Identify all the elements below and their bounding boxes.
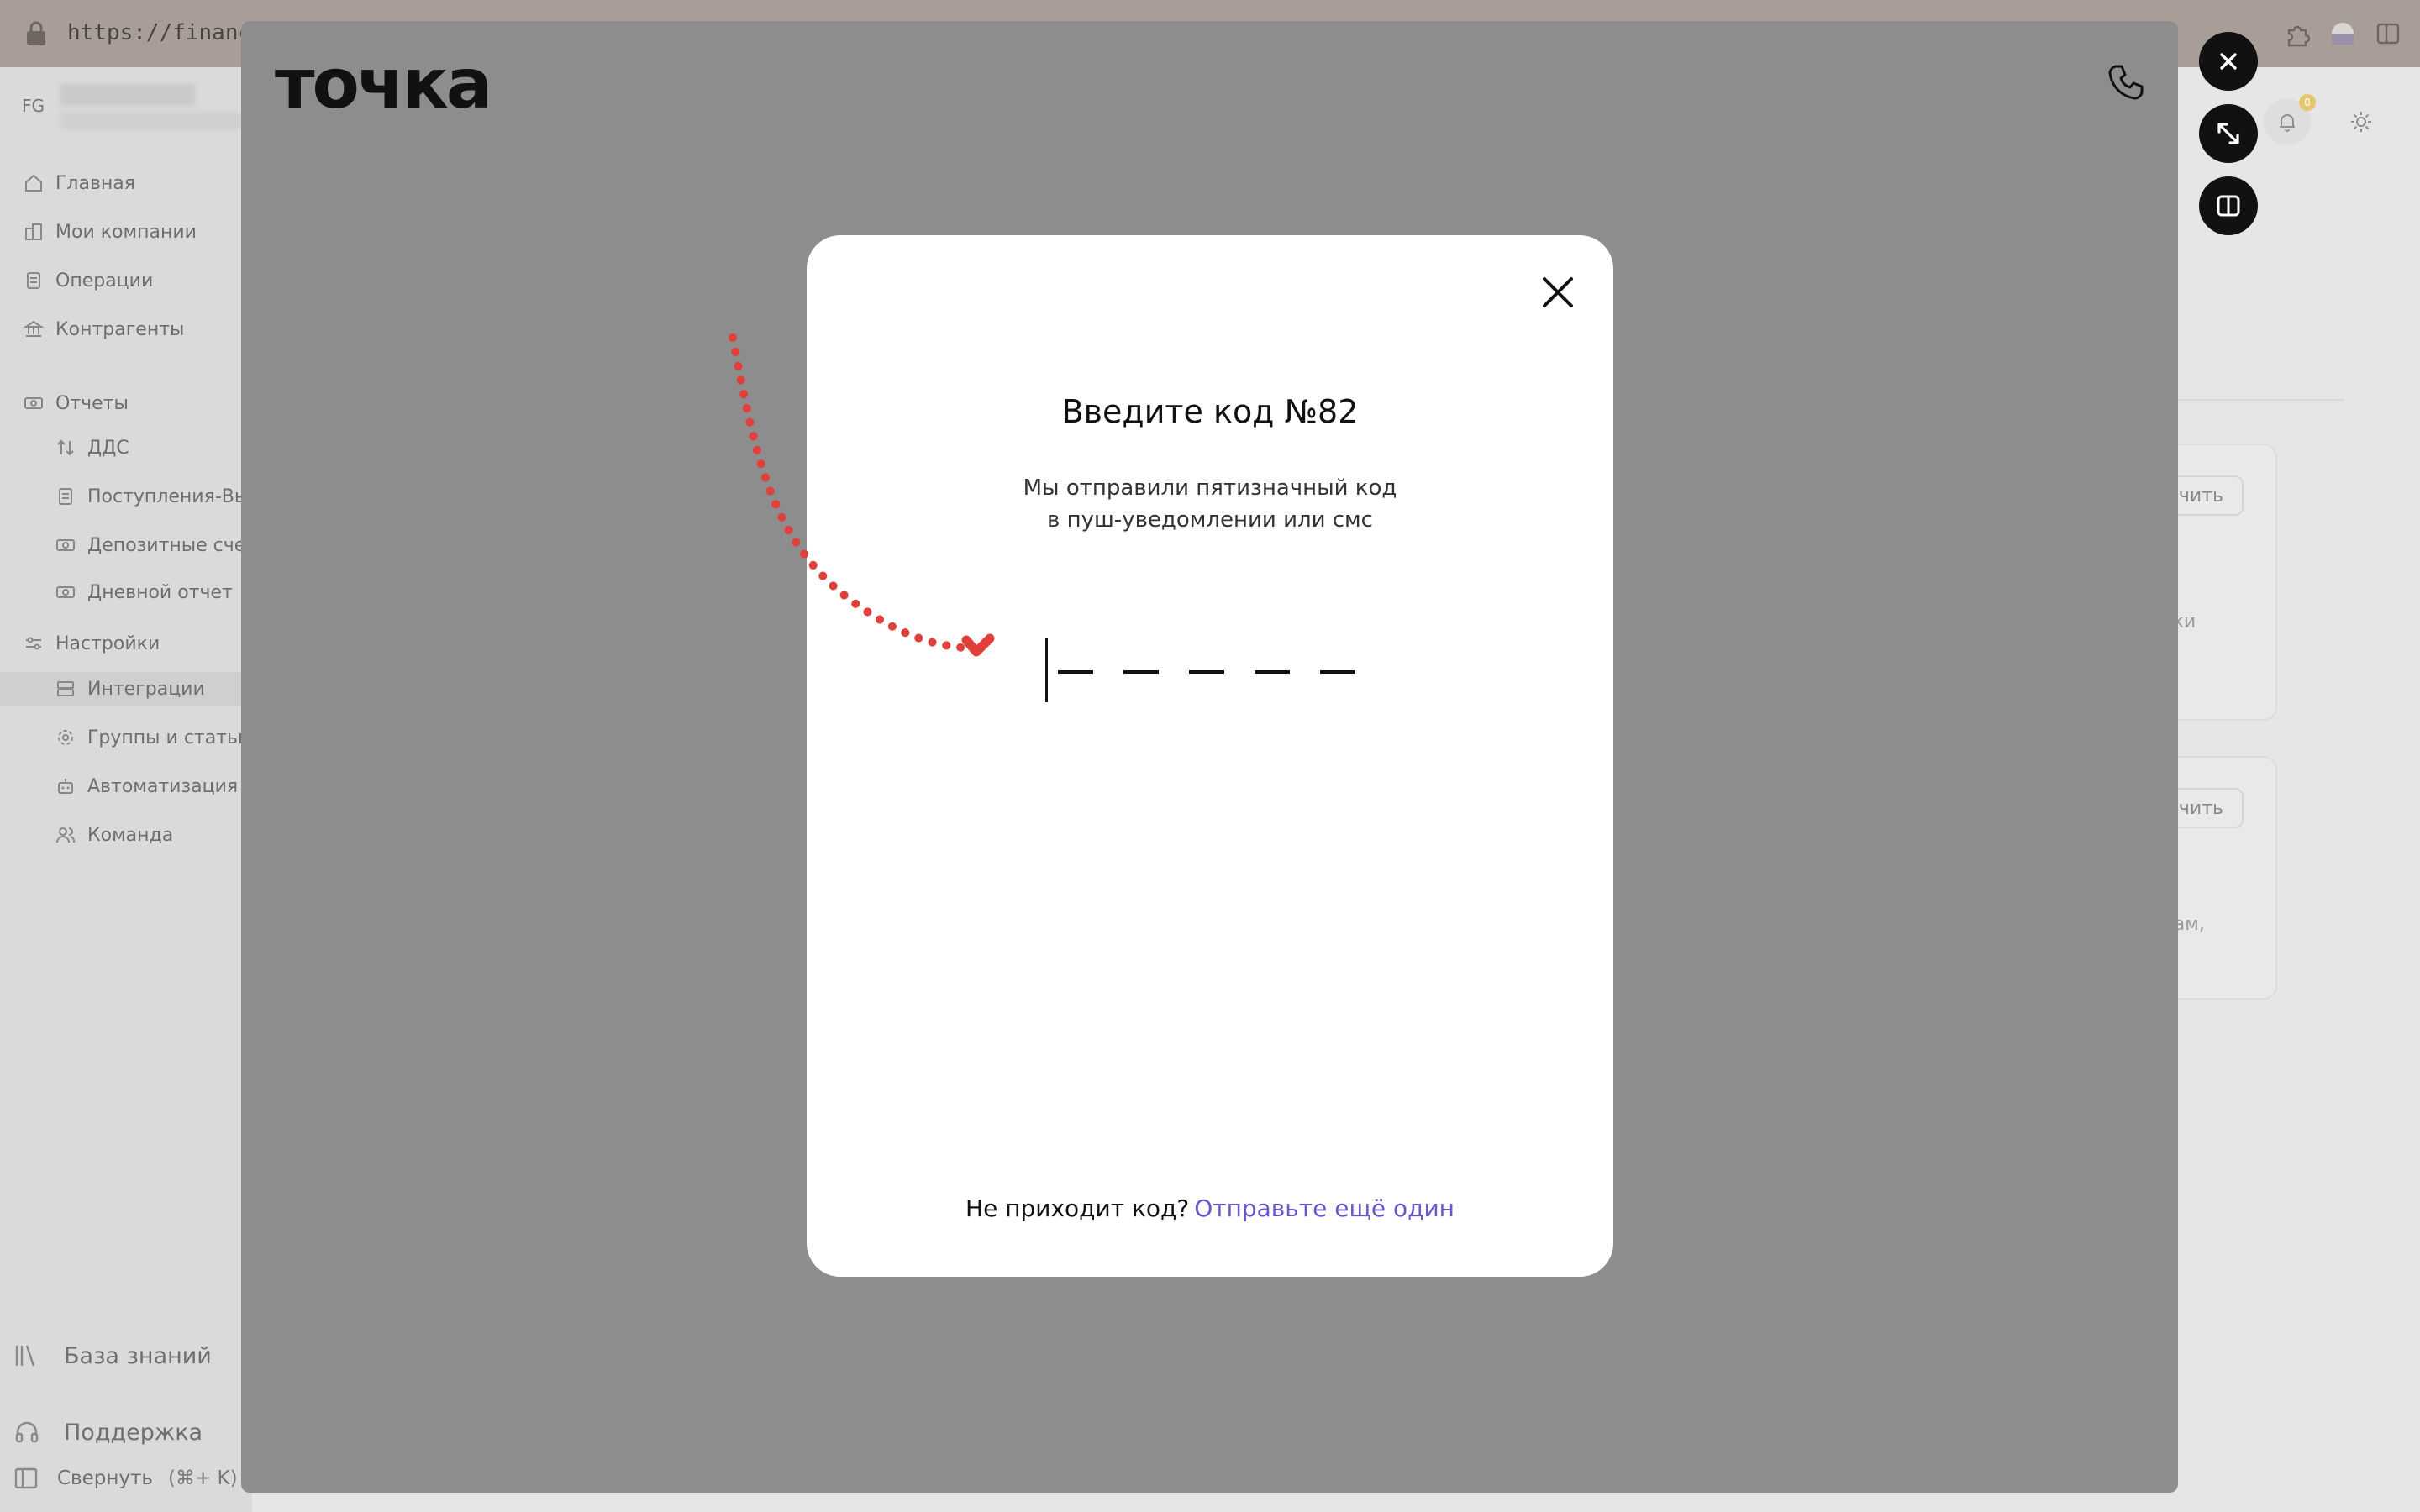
connect-button-label: чить <box>2178 797 2223 819</box>
sidebar-item-label: Контрагенты <box>55 318 185 340</box>
close-icon[interactable] <box>1538 272 1578 312</box>
library-icon <box>15 1345 35 1367</box>
document-icon <box>59 488 72 505</box>
bank-icon <box>24 320 44 337</box>
notification-count-badge: 0 <box>2299 94 2316 111</box>
sidebar-item-companies[interactable]: Мои компании <box>0 215 252 249</box>
sidebar-item-label: Операции <box>55 270 154 291</box>
divider <box>2176 399 2344 401</box>
sidebar-item-label: Депозитные счет <box>87 534 257 556</box>
sidebar-item-label: Команда <box>87 824 174 846</box>
document-icon <box>27 272 40 289</box>
sidebar-item-operations[interactable]: Операции <box>0 264 252 297</box>
collapse-label: Свернуть <box>57 1467 153 1489</box>
sun-icon <box>2351 112 2371 132</box>
sidebar-item-label: Интеграции <box>87 678 205 700</box>
org-name-redacted <box>60 84 195 106</box>
sidebar-collapse-icon <box>14 1467 38 1489</box>
split-view-icon <box>2217 195 2240 217</box>
sidebar-item-dds[interactable]: ДДС <box>0 431 252 465</box>
sidebar-item-reports[interactable]: Отчеты <box>0 386 252 420</box>
collapse-shortcut: (⌘+ K) <box>167 1467 238 1489</box>
sidebar-item-label: Главная <box>55 172 136 194</box>
sidebar-item-automation[interactable]: Автоматизация п <box>0 769 256 803</box>
sidebar-item-integrations[interactable]: Интеграции <box>0 672 252 706</box>
bell-icon <box>2280 114 2295 132</box>
resend-row: Не приходит код? Отправьте ещё один <box>807 1194 1613 1222</box>
sidebar-item-label: Мои компании <box>55 221 197 243</box>
sidebar: FG Главная Мои компании Операции Контраг… <box>0 67 256 1512</box>
sort-arrows-icon <box>57 439 74 456</box>
extension-puzzle-icon[interactable] <box>2284 20 2311 47</box>
annotation-arrow <box>729 333 995 657</box>
sidebar-item-label: Настройки <box>55 633 160 654</box>
sidebar-toggle-icon[interactable] <box>2375 20 2402 47</box>
sidebar-item-deposits[interactable]: Депозитные счет <box>0 528 256 562</box>
cash-icon <box>24 397 43 409</box>
otp-digit-slot[interactable] <box>1189 670 1224 674</box>
sidebar-item-daily-report[interactable]: Дневной отчет <box>0 575 252 609</box>
expand-panel-button[interactable] <box>2199 104 2258 163</box>
sidebar-item-settings[interactable]: Настройки <box>0 627 252 660</box>
sidebar-item-label: Группы и статьи <box>87 727 250 748</box>
sliders-icon <box>26 637 41 650</box>
sidebar-item-groups[interactable]: Группы и статьи <box>0 721 252 754</box>
collapse-sidebar-button[interactable]: Свернуть (⌘+ K) <box>0 1462 252 1495</box>
sidebar-item-counterparties[interactable]: Контрагенты <box>0 312 252 346</box>
org-subtitle-redacted <box>60 113 245 129</box>
home-icon <box>25 174 42 192</box>
sidebar-item-income[interactable]: Поступления-Вы <box>0 480 252 513</box>
sidebar-item-label: Дневной отчет <box>87 581 233 603</box>
cash-icon <box>56 586 75 598</box>
text-cursor <box>1045 638 1048 702</box>
tochka-logo: точка <box>275 45 492 124</box>
headset-icon <box>15 1421 39 1443</box>
otp-digit-slot[interactable] <box>1058 670 1093 674</box>
sidebar-item-label: Автоматизация п <box>87 775 256 797</box>
robot-icon <box>58 779 73 794</box>
resend-code-link[interactable]: Отправьте ещё один <box>1194 1194 1455 1222</box>
server-icon <box>57 681 74 696</box>
org-initials: FG <box>22 96 45 116</box>
sidebar-item-label: ДДС <box>87 437 129 459</box>
knowledge-base-label: База знаний <box>64 1342 212 1369</box>
bank-auth-panel: точка Введите код №82 Мы отправили пятиз… <box>241 21 2178 1493</box>
support-label: Поддержка <box>64 1419 203 1446</box>
gear-icon <box>58 730 73 745</box>
theme-toggle-button[interactable] <box>2338 98 2385 145</box>
sidebar-item-label: Поступления-Вы <box>87 486 250 507</box>
buildings-icon <box>25 223 42 240</box>
close-panel-button[interactable] <box>2199 32 2258 91</box>
otp-digit-slot[interactable] <box>1123 670 1159 674</box>
close-icon <box>2220 53 2237 70</box>
otp-code-input[interactable] <box>1045 637 1386 704</box>
lock-icon <box>27 21 45 45</box>
users-icon <box>56 827 76 843</box>
cash-icon <box>56 539 75 551</box>
support-link[interactable]: Поддержка <box>0 1415 252 1449</box>
connect-button-label: чить <box>2178 485 2223 507</box>
otp-digit-slot[interactable] <box>1320 670 1355 674</box>
sidebar-item-home[interactable]: Главная <box>0 166 252 200</box>
knowledge-base-link[interactable]: База знаний <box>0 1339 252 1373</box>
profile-avatar-icon[interactable] <box>2329 20 2356 47</box>
phone-icon[interactable] <box>2105 61 2147 103</box>
sidebar-item-label: Отчеты <box>55 392 129 414</box>
split-view-button[interactable] <box>2199 176 2258 235</box>
sidebar-item-team[interactable]: Команда <box>0 818 252 852</box>
resend-prompt: Не приходит код? <box>965 1194 1190 1222</box>
expand-arrows-icon <box>2217 123 2239 144</box>
otp-digit-slot[interactable] <box>1255 670 1290 674</box>
